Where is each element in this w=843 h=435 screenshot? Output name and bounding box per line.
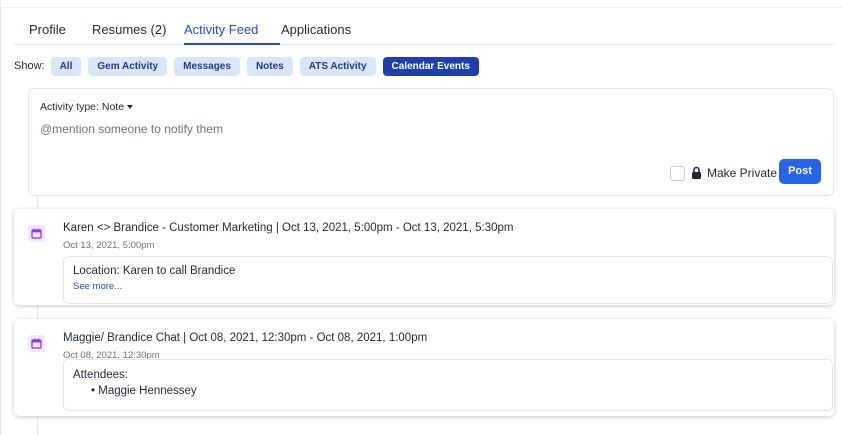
note-composer: Activity type: Note Make Private Post	[28, 88, 834, 196]
filter-chip-ats-activity[interactable]: ATS Activity	[299, 56, 376, 76]
calendar-icon	[28, 225, 45, 242]
calendar-icon	[28, 335, 45, 352]
caret-down-icon	[127, 105, 134, 110]
event-details: Location: Karen to call Brandice See mor…	[63, 256, 833, 304]
calendar-event-card: Maggie/ Brandice Chat | Oct 08, 2021, 12…	[14, 319, 834, 416]
filter-chip-all[interactable]: All	[50, 56, 82, 76]
event-title: Karen <> Brandice - Customer Marketing |…	[63, 222, 514, 234]
filter-show-label: Show:	[14, 60, 45, 72]
make-private-checkbox[interactable]	[670, 166, 685, 181]
tab-resumes[interactable]: Resumes (2)	[92, 22, 166, 37]
activity-type-selector: Activity type: Note	[40, 101, 134, 113]
attendee-name: Maggie Hennessey	[98, 385, 197, 397]
tab-activity-feed[interactable]: Activity Feed	[184, 22, 258, 37]
active-tab-indicator	[184, 43, 280, 45]
event-details: Attendees: • Maggie Hennessey	[63, 359, 833, 411]
activity-type-dropdown[interactable]: Note	[101, 101, 134, 113]
filter-chip-calendar-events[interactable]: Calendar Events	[382, 56, 479, 76]
event-title: Maggie/ Brandice Chat | Oct 08, 2021, 12…	[63, 332, 428, 344]
filter-chip-messages[interactable]: Messages	[174, 56, 240, 76]
tab-bar: Profile Resumes (2) Activity Feed Applic…	[14, 14, 835, 45]
make-private-label: Make Private	[707, 166, 778, 180]
activity-type-label: Activity type:	[40, 101, 99, 113]
filter-chip-notes[interactable]: Notes	[246, 56, 293, 76]
attendees-label: Attendees:	[73, 369, 128, 381]
lock-icon	[692, 166, 701, 179]
event-location: Location: Karen to call Brandice	[73, 265, 236, 277]
tab-applications[interactable]: Applications	[281, 22, 351, 37]
event-timestamp: Oct 13, 2021, 5:00pm	[63, 240, 155, 251]
tab-profile[interactable]: Profile	[29, 22, 66, 37]
top-divider	[0, 7, 843, 8]
mention-input[interactable]	[40, 122, 640, 136]
activity-type-value: Note	[101, 101, 125, 113]
calendar-event-card: Karen <> Brandice - Customer Marketing |…	[14, 209, 834, 305]
attendee-item: • Maggie Hennessey	[91, 385, 197, 397]
see-more-link[interactable]: See more...	[73, 281, 122, 292]
post-button[interactable]: Post	[779, 159, 821, 184]
filter-chip-gem-activity[interactable]: Gem Activity	[88, 56, 168, 76]
left-divider	[0, 0, 1, 435]
activity-filter-bar: Show: All Gem Activity Messages Notes AT…	[14, 56, 486, 76]
